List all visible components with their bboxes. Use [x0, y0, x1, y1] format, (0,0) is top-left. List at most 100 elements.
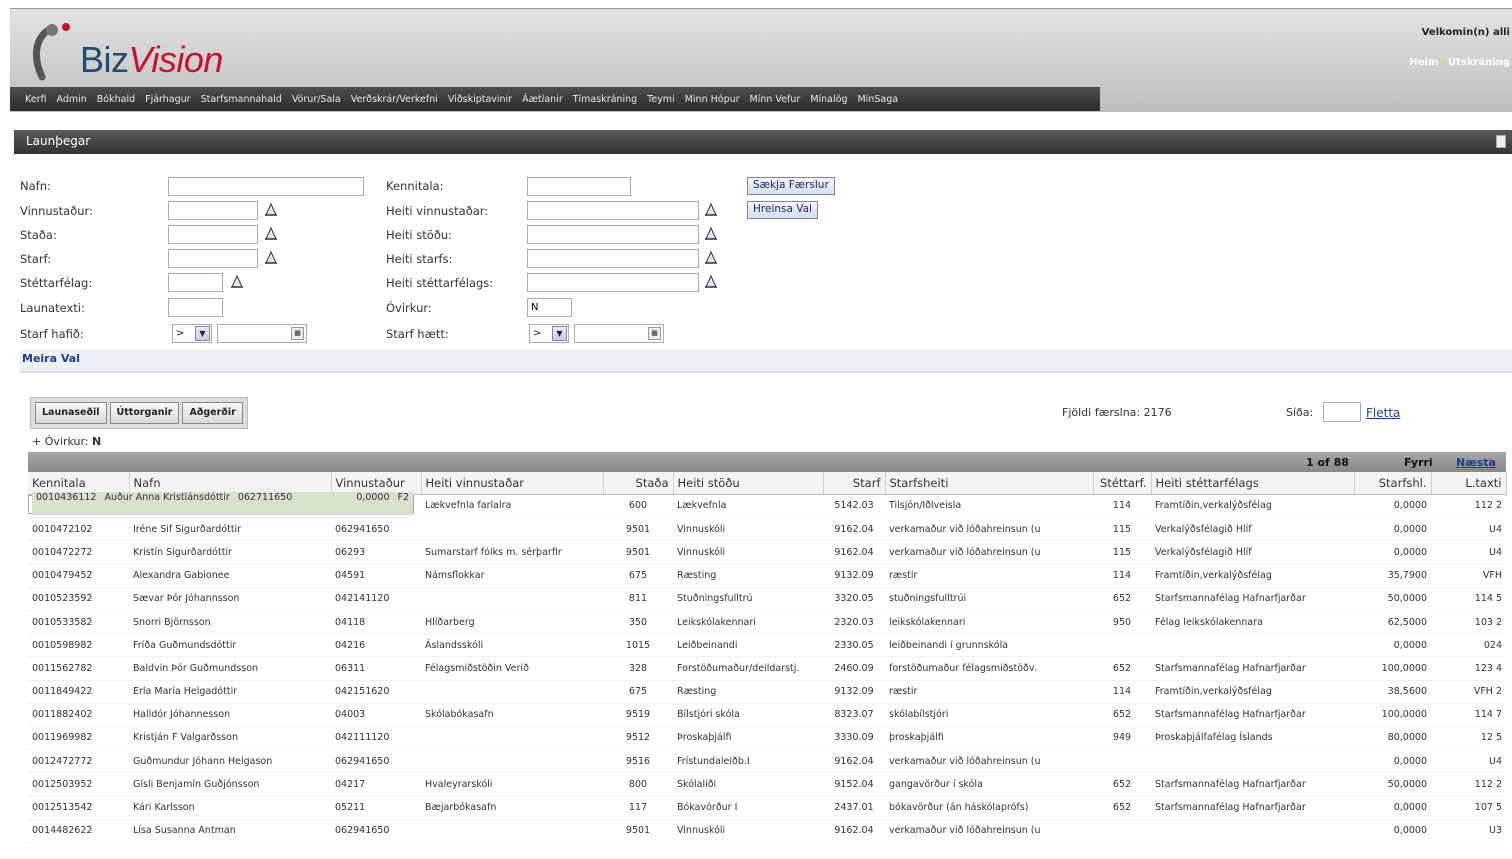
table-cell: 600	[603, 494, 673, 519]
nav-item[interactable]: Minn Hópur	[680, 94, 745, 105]
workplace-name-input[interactable]	[527, 201, 699, 220]
union-name-label: Heiti stéttarfélags:	[386, 276, 494, 290]
table-cell	[1151, 819, 1354, 843]
nav-item[interactable]: MinSaga	[852, 94, 903, 105]
table-row[interactable]: 0012513542 Kári Karlsson 05211 Bæjarbókasaf…	[28, 795, 1506, 820]
table-row[interactable]: 0010533582 Snorri Björnsson 04118 Hlíðarber…	[28, 610, 1506, 635]
nav-item[interactable]: Bókhald	[92, 94, 140, 105]
table-cell: Starfsmannafélag Hafnarfjarðar	[1151, 795, 1354, 820]
table-row[interactable]: 0012472772 Guðmundur Jóhann Helgason 06294…	[28, 749, 1506, 774]
lookup-icon[interactable]	[263, 249, 279, 265]
page-number-input[interactable]	[1323, 402, 1361, 422]
column-header[interactable]: Heiti vinnustaðar	[421, 472, 604, 495]
union-name-input[interactable]	[527, 273, 699, 292]
started-date-input[interactable]: ▦	[217, 324, 307, 343]
inactive-input[interactable]	[527, 298, 572, 317]
nav-item[interactable]: Mínn Vefur	[745, 94, 806, 105]
nav-item[interactable]: Viðskiptavinir	[443, 94, 517, 105]
table-cell: 652	[1093, 587, 1151, 611]
table-row[interactable]: 0010472272 Kristín Sigurðardóttir 06293 Sum…	[28, 540, 1506, 565]
lookup-icon[interactable]	[229, 273, 245, 289]
clear-selection-button[interactable]: Hreinsa Val	[747, 201, 818, 219]
calendar-icon[interactable]: ▦	[291, 327, 304, 340]
column-header[interactable]: Starfsheiti	[885, 472, 1094, 495]
table-row[interactable]: 0012503952 Gísli Benjamín Guðjónsson 04217…	[28, 772, 1506, 797]
paytext-input[interactable]	[168, 298, 223, 317]
job-name-input[interactable]	[527, 249, 699, 268]
more-options-link[interactable]: Meira Val	[20, 350, 1512, 373]
name-input[interactable]	[168, 177, 364, 196]
nav-item[interactable]: Teymi	[642, 94, 680, 105]
table-cell: verkamaður við lóðahreinsun (u	[885, 819, 1093, 843]
table-row[interactable]: 0010523592 Sævar Þór Jóhannsson 042141120 8…	[28, 587, 1506, 611]
lookup-icon[interactable]	[703, 249, 719, 265]
table-row[interactable]: 0014482622 Lísa Susanna Antman 062941650 95…	[28, 819, 1506, 843]
table-cell	[421, 726, 603, 751]
lookup-icon[interactable]	[263, 201, 279, 217]
ended-date-input[interactable]: ▦	[574, 324, 664, 343]
column-header[interactable]: Kennitala	[28, 472, 130, 495]
table-cell: Félag leikskólakennara	[1151, 610, 1354, 635]
table-cell: 117	[603, 795, 673, 820]
column-header[interactable]: Vinnustaður	[331, 472, 422, 495]
column-header[interactable]: Starfshl.	[1354, 472, 1432, 495]
lookup-icon[interactable]	[703, 273, 719, 289]
union-input[interactable]	[168, 273, 223, 292]
home-link[interactable]: Heim	[1409, 57, 1438, 68]
inactive-label: Óvirkur:	[386, 301, 432, 315]
position-name-input[interactable]	[527, 225, 699, 244]
column-header[interactable]: L.taxti	[1431, 472, 1507, 495]
table-row[interactable]: 0011562782 Baldvin Þór Guðmundsson 06311 Fé…	[28, 656, 1506, 681]
nav-item[interactable]: Kerfi	[20, 94, 52, 105]
document-icon[interactable]	[1496, 135, 1506, 148]
position-input[interactable]	[168, 225, 258, 244]
nav-item[interactable]: Tímaskráning	[568, 94, 642, 105]
column-header[interactable]: Staða	[603, 472, 674, 495]
lookup-icon[interactable]	[263, 225, 279, 241]
table-cell: Skólabókasafn	[421, 703, 603, 727]
logout-link[interactable]: Útskráning	[1448, 57, 1510, 68]
calendar-icon[interactable]: ▦	[648, 327, 661, 340]
started-operator-select[interactable]: > ▼	[172, 324, 212, 343]
table-row[interactable]: 0011849422 Erla María Helgadóttir 04215162…	[28, 680, 1506, 704]
table-cell: 114	[1093, 564, 1151, 588]
nav-item[interactable]: Starfsmannahald	[196, 94, 287, 105]
table-row[interactable]: 0010598982 Fríða Guðmundsdóttir 04216 Áslan…	[28, 633, 1506, 658]
table-row[interactable]: 0010479452 Alexandra Gabionee 04591 Námsflo…	[28, 564, 1506, 588]
workplace-input[interactable]	[168, 201, 258, 220]
nav-item[interactable]: Vörur/Sala	[287, 94, 346, 105]
tab-printouts[interactable]: Úttorganir	[109, 402, 180, 424]
table-cell: 9132.09	[823, 564, 885, 588]
column-header[interactable]: Stéttarf.	[1093, 472, 1152, 495]
column-header[interactable]: Heiti stéttarfélags	[1151, 472, 1355, 495]
table-cell: Guðmundur Jóhann Helgason	[129, 749, 331, 774]
table-cell: 0010479452	[28, 564, 129, 588]
goto-page-link[interactable]: Fletta	[1366, 406, 1400, 420]
table-row[interactable]: 0011969982 Kristján F Valgarðsson 04211112…	[28, 726, 1506, 751]
table-cell: Frístundaleiðb.I	[673, 749, 823, 774]
nav-item[interactable]: Mínalög	[805, 94, 852, 105]
table-cell: 652	[1093, 656, 1151, 681]
column-header[interactable]: Heiti stöðu	[673, 472, 824, 495]
job-input[interactable]	[168, 249, 258, 268]
nav-item[interactable]: Verðskrár/Verkefni	[346, 94, 443, 105]
column-header[interactable]: Nafn	[129, 472, 332, 495]
table-row[interactable]: 0010436112 Auður Anna Kristiánsdóttir 0627…	[28, 492, 415, 516]
tab-payslip[interactable]: Launaseðil	[35, 402, 107, 424]
next-page-link[interactable]: Næsta	[1456, 456, 1496, 469]
lookup-icon[interactable]	[703, 225, 719, 241]
table-cell: Þroskaþjálfafélag Íslands	[1151, 726, 1354, 751]
ended-operator-select[interactable]: > ▼	[529, 324, 569, 343]
nav-item[interactable]: Admin	[52, 94, 92, 105]
kennitala-input[interactable]	[527, 177, 631, 196]
table-row[interactable]: 0010472102 Iréne Sif Sigurðardóttir 062941…	[28, 517, 1506, 542]
tab-actions[interactable]: Aðgerðir	[182, 402, 243, 424]
bizvision-logo[interactable]: BizVision	[24, 17, 264, 81]
table-row[interactable]: 0011882402 Halldór Jóhannesson 04003 Skólab…	[28, 703, 1506, 727]
nav-item[interactable]: Fjárhagur	[140, 94, 195, 105]
lookup-icon[interactable]	[703, 201, 719, 217]
fetch-records-button[interactable]: Sækja Færslur	[747, 177, 835, 195]
nav-item[interactable]: Áætlanir	[517, 94, 568, 105]
column-header[interactable]: Starf	[823, 472, 886, 495]
prev-page-link[interactable]: Fyrri	[1404, 456, 1433, 469]
